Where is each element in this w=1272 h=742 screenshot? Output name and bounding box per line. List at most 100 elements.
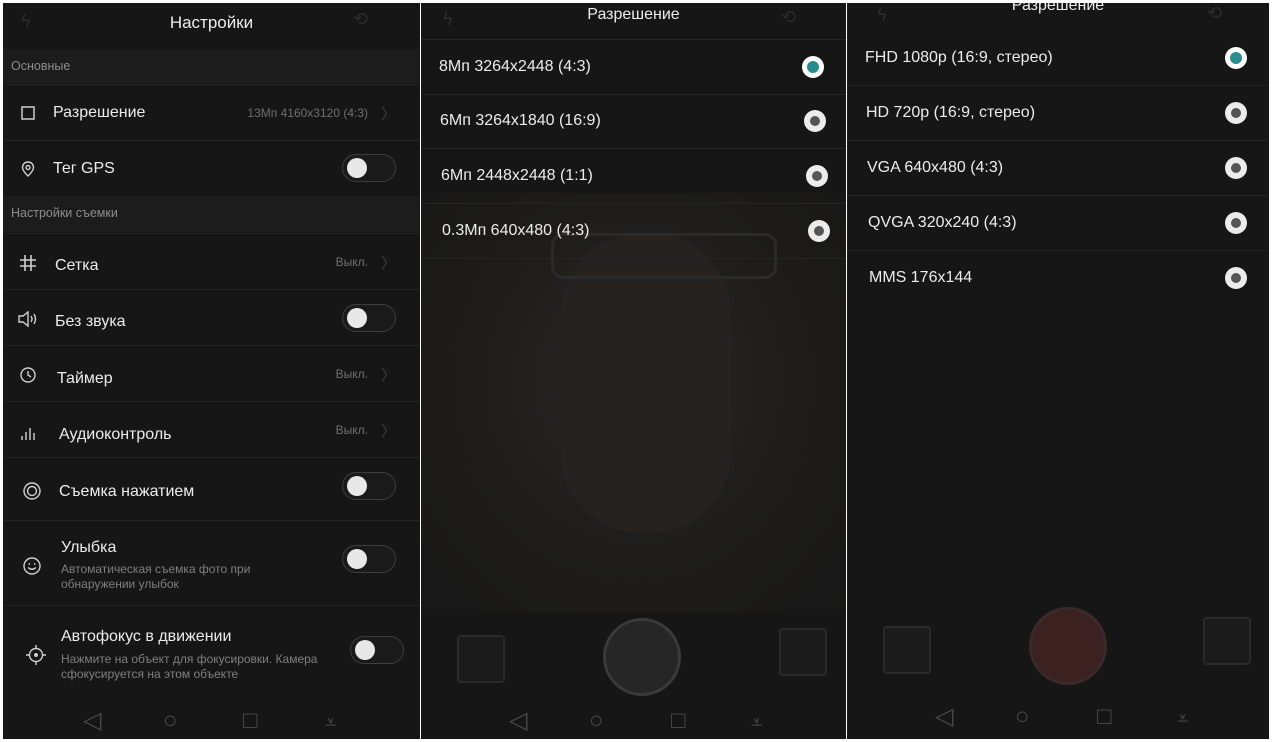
resolution-option[interactable]: 6Мп 2448x2448 (1:1) [421, 149, 846, 204]
crop-square-icon [17, 102, 39, 124]
smile-toggle[interactable] [342, 545, 396, 573]
settings-item-value: Выкл. [335, 255, 368, 269]
photo-resolution-panel: ϟ ⟲ Разрешение 8Мп 3264x2448 (4:3) 6Мп 3… [421, 3, 846, 739]
smile-icon [21, 555, 43, 577]
chevron-right-icon: 〉 [380, 367, 396, 384]
notification-pull-icon[interactable]: ⩡ [751, 712, 762, 735]
video-resolution-panel: ϟ ⟲ Разрешение FHD 1080p (16:9, стерео) … [847, 3, 1269, 739]
radio-unselected[interactable] [804, 110, 826, 132]
mute-toggle[interactable] [342, 304, 396, 332]
settings-item-label: Улыбка [61, 539, 117, 556]
radio-selected[interactable] [802, 56, 824, 78]
record-button[interactable] [1029, 607, 1107, 685]
notification-pull-icon[interactable]: ⩡ [325, 712, 336, 735]
settings-item-smile[interactable]: Улыбка Автоматическая съемка фото при об… [3, 520, 420, 605]
recents-square-icon[interactable]: □ [1097, 703, 1112, 731]
settings-item-label: Без звука [55, 313, 126, 330]
section-label: Настройки съемки [11, 206, 118, 220]
option-label: QVGA 320x240 (4:3) [868, 214, 1017, 231]
navigation-bar: ◁ ○ □ ⩡ [3, 699, 420, 739]
gallery-thumbnail[interactable] [457, 635, 505, 683]
recents-square-icon[interactable]: □ [671, 707, 686, 735]
settings-item-mute[interactable]: Без звука [3, 289, 420, 345]
radio-selected[interactable] [1225, 47, 1247, 69]
settings-item-value: Выкл. [335, 423, 368, 437]
photo-mode-icon[interactable] [1203, 617, 1251, 665]
home-circle-icon[interactable]: ○ [1015, 703, 1030, 731]
option-label: MMS 176x144 [869, 269, 973, 286]
toggle-knob [347, 158, 367, 178]
back-triangle-icon[interactable]: ◁ [935, 702, 953, 731]
option-label: VGA 640x480 (4:3) [867, 159, 1004, 176]
settings-item-label: Разрешение [53, 104, 146, 121]
resolution-option[interactable]: VGA 640x480 (4:3) [847, 141, 1269, 196]
radio-unselected[interactable] [806, 165, 828, 187]
home-circle-icon[interactable]: ○ [163, 707, 178, 735]
back-triangle-icon[interactable]: ◁ [509, 706, 527, 735]
section-header-shooting: Настройки съемки [3, 196, 420, 232]
touch-capture-icon [21, 480, 43, 502]
option-label: 0.3Мп 640x480 (4:3) [442, 222, 590, 239]
resolution-option[interactable]: 6Мп 3264x1840 (16:9) [421, 94, 846, 149]
option-label: 6Мп 2448x2448 (1:1) [441, 167, 593, 184]
location-pin-icon [17, 158, 39, 180]
resolution-option[interactable]: MMS 176x144 [847, 251, 1269, 305]
option-label: HD 720p (16:9, стерео) [866, 104, 1036, 121]
settings-item-motion-af[interactable]: Автофокус в движении Нажмите на объект д… [3, 605, 420, 694]
resolution-option[interactable]: 8Мп 3264x2448 (4:3) [421, 39, 846, 95]
radio-unselected[interactable] [808, 220, 830, 242]
toggle-knob [347, 308, 367, 328]
focus-target-icon [25, 644, 47, 666]
resolution-option[interactable]: QVGA 320x240 (4:3) [847, 196, 1269, 251]
navigation-bar: ◁ ○ □ ⩡ [847, 699, 1269, 739]
section-label: Основные [11, 59, 71, 73]
settings-panel: ϟ ⟲ Настройки Основные Разрешение 13Мп 4… [3, 3, 420, 739]
settings-item-timer[interactable]: Таймер Выкл. 〉 [3, 345, 420, 401]
settings-item-touch-capture[interactable]: Съемка нажатием [3, 457, 420, 520]
resolution-option[interactable]: 0.3Мп 640x480 (4:3) [421, 204, 846, 259]
speaker-icon [17, 308, 39, 330]
option-label: 8Мп 3264x2448 (4:3) [439, 58, 591, 75]
settings-item-audio[interactable]: Аудиоконтроль Выкл. 〉 [3, 401, 420, 457]
shutter-button[interactable] [603, 618, 681, 696]
touch-capture-toggle[interactable] [342, 472, 396, 500]
settings-item-label: Съемка нажатием [59, 483, 195, 500]
toggle-knob [355, 640, 375, 660]
settings-item-grid[interactable]: Сетка Выкл. 〉 [3, 233, 420, 289]
settings-item-description: Нажмите на объект для фокусировки. Камер… [61, 652, 318, 681]
settings-item-label: Тег GPS [53, 160, 115, 177]
navigation-bar: ◁ ○ □ ⩡ [421, 699, 846, 739]
clock-icon [17, 364, 39, 386]
settings-item-description: Автоматическая съемка фото при обнаружен… [61, 562, 251, 591]
gps-toggle[interactable] [342, 154, 396, 182]
audio-bars-icon [17, 421, 39, 443]
settings-item-value: Выкл. [335, 367, 368, 381]
option-label: FHD 1080p (16:9, стерео) [865, 49, 1053, 66]
radio-unselected[interactable] [1225, 102, 1247, 124]
section-header-basic: Основные [3, 49, 420, 83]
notification-pull-icon[interactable]: ⩡ [1177, 708, 1188, 731]
chevron-right-icon: 〉 [380, 255, 396, 272]
home-circle-icon[interactable]: ○ [589, 707, 604, 735]
radio-unselected[interactable] [1225, 212, 1247, 234]
chevron-right-icon: 〉 [380, 423, 396, 440]
toggle-knob [347, 476, 367, 496]
page-title: Разрешение [587, 6, 680, 23]
settings-item-label: Сетка [55, 257, 99, 274]
option-label: 6Мп 3264x1840 (16:9) [440, 112, 601, 129]
recents-square-icon[interactable]: □ [243, 707, 258, 735]
settings-item-label: Таймер [57, 370, 113, 387]
resolution-option[interactable]: HD 720p (16:9, стерео) [847, 86, 1269, 141]
settings-item-gps[interactable]: Тег GPS [3, 140, 420, 196]
resolution-option[interactable]: FHD 1080p (16:9, стерео) [847, 31, 1269, 86]
back-triangle-icon[interactable]: ◁ [83, 706, 101, 735]
radio-unselected[interactable] [1225, 267, 1247, 289]
settings-item-resolution[interactable]: Разрешение 13Мп 4160x3120 (4:3) 〉 [3, 84, 420, 140]
video-mode-icon[interactable] [779, 628, 827, 676]
gallery-thumbnail[interactable] [883, 626, 931, 674]
motion-af-toggle[interactable] [350, 636, 404, 664]
chevron-right-icon: 〉 [380, 106, 396, 123]
toggle-knob [347, 549, 367, 569]
radio-unselected[interactable] [1225, 157, 1247, 179]
grid-icon [17, 252, 39, 274]
